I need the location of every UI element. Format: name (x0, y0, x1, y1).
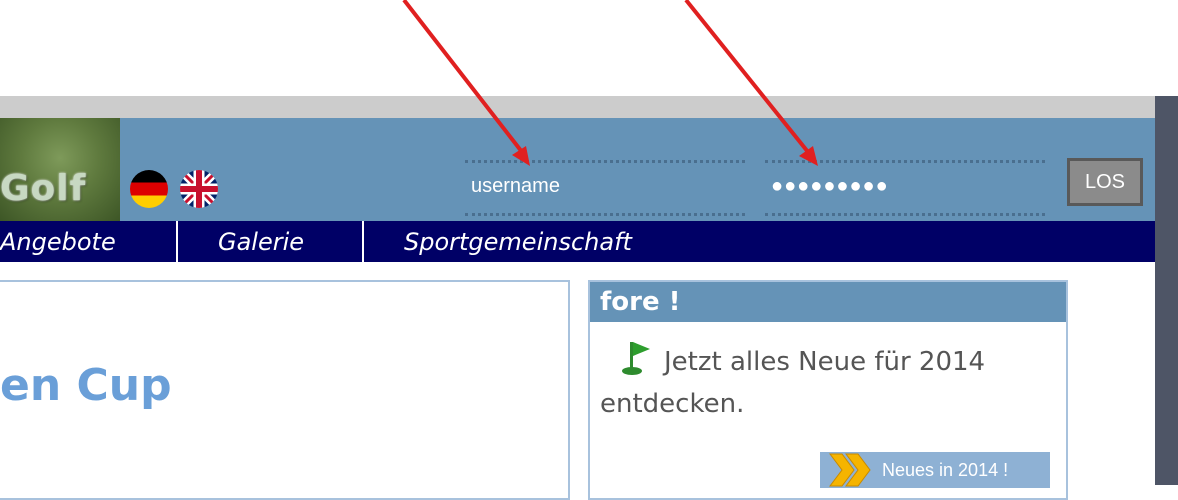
annotation-arrow-icon (402, 0, 530, 166)
annotation-arrows (402, 0, 818, 166)
annotation-arrow-icon (684, 0, 818, 166)
